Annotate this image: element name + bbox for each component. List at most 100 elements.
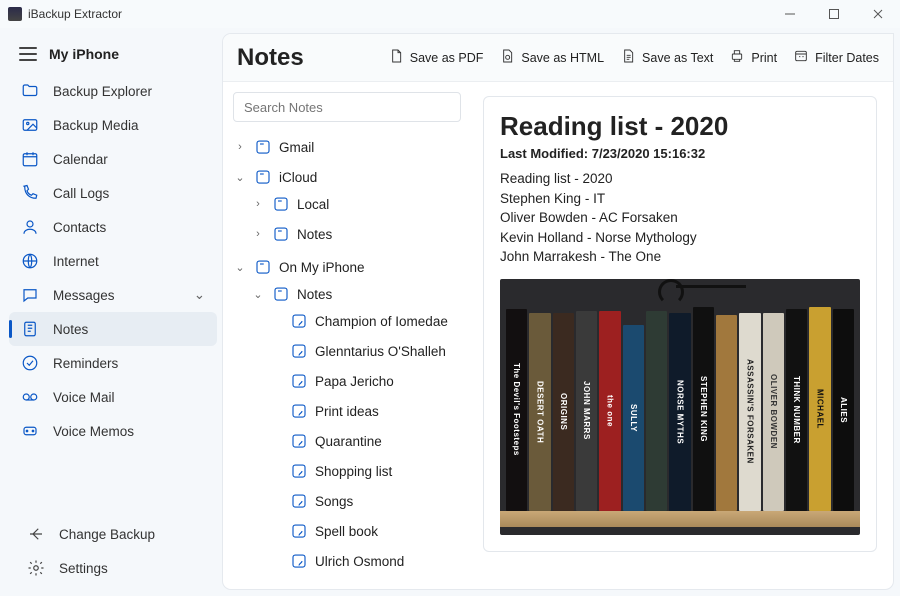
action-label: Save as PDF — [410, 51, 484, 65]
book-spine: JOHN MARRS — [576, 311, 597, 511]
text-icon — [620, 48, 636, 67]
tree-note[interactable]: Papa Jericho — [269, 369, 461, 393]
note-icon — [21, 320, 39, 338]
sidebar-item-label: Voice Memos — [53, 424, 134, 439]
html-icon — [499, 48, 515, 67]
maximize-button[interactable] — [812, 0, 856, 28]
tree-folder[interactable]: ⌄Notes — [251, 282, 461, 306]
action-save-as-html[interactable]: Save as HTML — [499, 48, 604, 67]
sidebar-item-calendar[interactable]: Calendar — [9, 142, 217, 176]
sidebar-item-notes[interactable]: Notes — [9, 312, 217, 346]
tree-label: Quarantine — [315, 434, 382, 449]
book-spine: the one — [599, 311, 620, 511]
sidebar-item-backup-media[interactable]: Backup Media — [9, 108, 217, 142]
sidebar-item-call-logs[interactable]: Call Logs — [9, 176, 217, 210]
sidebar-item-change-backup[interactable]: Change Backup — [15, 517, 211, 551]
sidebar-item-label: Call Logs — [53, 186, 109, 201]
note-body: Reading list - 2020Stephen King - ITOliv… — [500, 169, 860, 267]
tree-label: Spell book — [315, 524, 378, 539]
back-icon — [27, 525, 45, 543]
tree-note[interactable]: Songs — [269, 489, 461, 513]
window-title: iBackup Extractor — [28, 7, 122, 21]
tree-toggle-icon[interactable]: ⌄ — [233, 261, 247, 274]
tree-label: Glenntarius O'Shalleh — [315, 344, 446, 359]
tree-toggle-icon[interactable]: › — [251, 228, 265, 240]
tree-toggle-icon[interactable]: › — [251, 198, 265, 210]
folder-icon — [253, 137, 273, 157]
tree-label: Papa Jericho — [315, 374, 394, 389]
folder-icon — [253, 167, 273, 187]
note-line: Kevin Holland - Norse Mythology — [500, 228, 860, 248]
note-icon — [289, 401, 309, 421]
action-label: Print — [751, 51, 777, 65]
action-print[interactable]: Print — [729, 48, 777, 67]
minimize-button[interactable] — [768, 0, 812, 28]
image-icon — [21, 116, 39, 134]
check-icon — [21, 354, 39, 372]
tree-folder[interactable]: ⌄iCloud — [233, 165, 461, 189]
close-button[interactable] — [856, 0, 900, 28]
sidebar-item-voice-memos[interactable]: Voice Memos — [9, 414, 217, 448]
sidebar-item-internet[interactable]: Internet — [9, 244, 217, 278]
note-line: Oliver Bowden - AC Forsaken — [500, 208, 860, 228]
tree-folder[interactable]: ›Gmail — [233, 135, 461, 159]
toolbar: Notes Save as PDFSave as HTMLSave as Tex… — [223, 34, 893, 82]
folder-icon — [271, 284, 291, 304]
tree-label: Songs — [315, 494, 353, 509]
note-meta: Last Modified: 7/23/2020 15:16:32 — [500, 146, 860, 161]
book-spine: NORSE MYTHS — [669, 313, 690, 511]
tree-folder[interactable]: ⌄On My iPhone — [233, 255, 461, 279]
book-spine: OLIVER BOWDEN — [763, 313, 784, 511]
book-spine — [646, 311, 667, 511]
tree-label: Local — [297, 197, 329, 212]
sidebar-item-voice-mail[interactable]: Voice Mail — [9, 380, 217, 414]
sidebar-item-settings[interactable]: Settings — [15, 551, 211, 585]
sidebar-item-label: Reminders — [53, 356, 118, 371]
gear-icon — [27, 559, 45, 577]
folder-icon — [271, 194, 291, 214]
sidebar-item-label: Change Backup — [59, 527, 155, 542]
tree-toggle-icon[interactable]: › — [233, 141, 247, 153]
tree-note[interactable]: Print ideas — [269, 399, 461, 423]
sidebar-item-backup-explorer[interactable]: Backup Explorer — [9, 74, 217, 108]
sidebar-item-messages[interactable]: Messages⌄ — [9, 278, 217, 312]
sidebar-item-reminders[interactable]: Reminders — [9, 346, 217, 380]
tree-note[interactable]: Champion of Iomedae — [269, 309, 461, 333]
sidebar-item-label: Backup Media — [53, 118, 139, 133]
action-filter-dates[interactable]: Filter Dates — [793, 48, 879, 67]
pdf-icon — [388, 48, 404, 67]
hamburger-icon[interactable] — [19, 47, 37, 61]
book-spine: ORIGINS — [553, 313, 574, 511]
tree-note[interactable]: Spell book — [269, 519, 461, 543]
action-save-as-pdf[interactable]: Save as PDF — [388, 48, 484, 67]
tree-note[interactable]: Shopping list — [269, 459, 461, 483]
tree-toggle-icon[interactable]: ⌄ — [251, 288, 265, 301]
tree-label: Champion of Iomedae — [315, 314, 448, 329]
note-line: Stephen King - IT — [500, 189, 860, 209]
chevron-down-icon: ⌄ — [194, 287, 205, 303]
tree-folder[interactable]: ›Notes — [251, 222, 461, 246]
sidebar-item-label: Backup Explorer — [53, 84, 152, 99]
tree-note[interactable]: Ulrich Osmond — [269, 549, 461, 573]
book-spine: MICHAEL — [809, 307, 830, 511]
search-input[interactable] — [233, 92, 461, 122]
note-icon — [289, 371, 309, 391]
tree-toggle-icon[interactable]: ⌄ — [233, 171, 247, 184]
note-image: The Devil's FootstepsDESERT OATHORIGINSJ… — [500, 279, 860, 535]
tree-note[interactable]: Glenntarius O'Shalleh — [269, 339, 461, 363]
action-save-as-text[interactable]: Save as Text — [620, 48, 713, 67]
user-icon — [21, 218, 39, 236]
tree-note[interactable]: Quarantine — [269, 429, 461, 453]
shelf — [500, 511, 860, 527]
tree-folder[interactable]: › Local — [251, 192, 461, 216]
globe-icon — [21, 252, 39, 270]
note-line: John Marrakesh - The One — [500, 247, 860, 267]
main-panel: Notes Save as PDFSave as HTMLSave as Tex… — [223, 34, 893, 589]
folder-icon — [21, 82, 39, 100]
tree-label: Print ideas — [315, 404, 379, 419]
book-spine: THINK NUMBER — [786, 309, 807, 511]
book-spine: SULLY — [623, 325, 644, 511]
note-icon — [289, 461, 309, 481]
book-spine — [716, 315, 737, 511]
sidebar-item-contacts[interactable]: Contacts — [9, 210, 217, 244]
